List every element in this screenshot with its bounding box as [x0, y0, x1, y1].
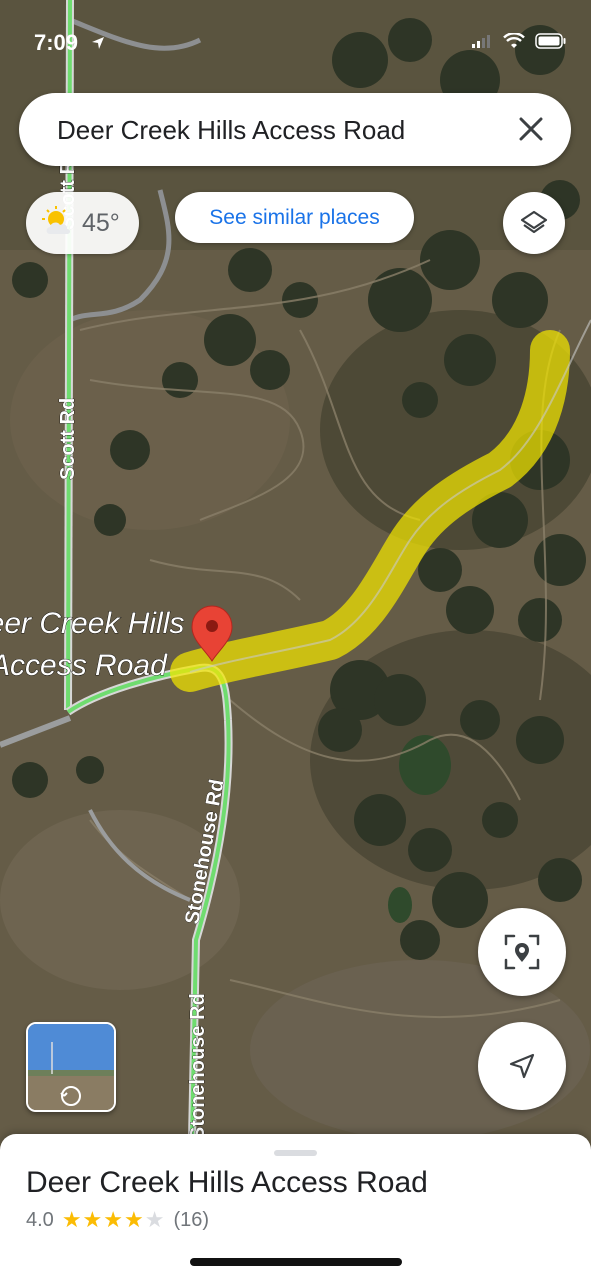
- see-similar-places-button[interactable]: See similar places: [175, 192, 414, 243]
- street-view-thumbnail[interactable]: [26, 1022, 116, 1112]
- search-bar[interactable]: Deer Creek Hills Access Road: [19, 93, 571, 166]
- cellular-signal-icon: [472, 35, 490, 48]
- status-time: 7:09: [34, 30, 79, 55]
- status-bar: 7:09: [0, 0, 591, 80]
- rating-value: 4.0: [26, 1209, 54, 1231]
- star-icon: ★: [103, 1208, 125, 1233]
- star-icon: ★: [82, 1208, 104, 1233]
- navigation-arrow-icon: [509, 1053, 535, 1079]
- focus-place-button[interactable]: [478, 908, 566, 996]
- my-location-button[interactable]: [478, 1022, 566, 1110]
- stonehouse-rd-lower-label: Stonehouse Rd: [187, 993, 209, 1140]
- review-count: (16): [173, 1209, 210, 1231]
- partly-cloudy-icon: [42, 206, 70, 234]
- place-label-line2: Access Road: [0, 649, 168, 682]
- rating-row[interactable]: 4.0 ★★★★★ (16): [26, 1208, 209, 1233]
- wifi-icon: [503, 33, 525, 48]
- home-indicator: [190, 1258, 402, 1266]
- scott-rd-label: Scott Rd: [57, 398, 79, 480]
- location-arrow-icon: [92, 37, 104, 49]
- focus-place-icon: [504, 934, 540, 970]
- search-input[interactable]: Deer Creek Hills Access Road: [57, 115, 405, 146]
- star-icon: ★: [61, 1208, 83, 1233]
- layers-button[interactable]: [503, 192, 565, 254]
- star-icon: ★: [124, 1208, 145, 1233]
- sheet-drag-handle[interactable]: [274, 1150, 317, 1156]
- weather-temperature: 45°: [82, 209, 120, 237]
- close-icon[interactable]: [513, 111, 549, 147]
- star-empty-icon: ★: [144, 1208, 166, 1233]
- layers-icon: [520, 210, 548, 234]
- rating-stars: ★★★★★: [62, 1208, 166, 1233]
- street-view-image: [28, 1024, 114, 1110]
- place-label-line1: Deer Creek Hills: [0, 607, 184, 640]
- battery-icon: [535, 33, 566, 49]
- weather-chip[interactable]: 45°: [26, 192, 139, 254]
- place-title: Deer Creek Hills Access Road: [26, 1166, 428, 1199]
